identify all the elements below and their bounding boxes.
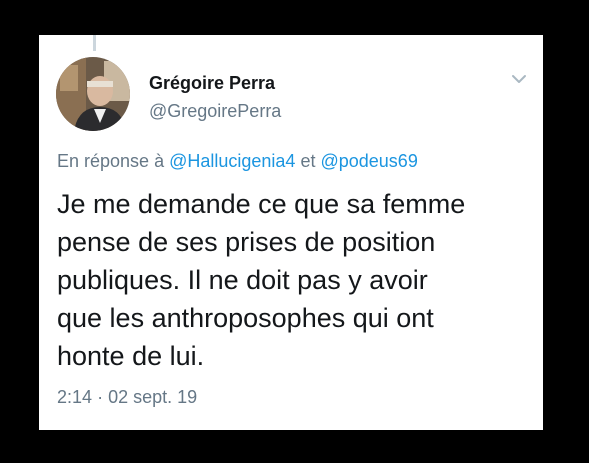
reply-mention-hallucigenia4[interactable]: @Hallucigenia4 [169, 151, 295, 171]
tweet-timestamp[interactable]: 2:14 · 02 sept. 19 [57, 387, 197, 408]
tweet-text-line: honte de lui. [57, 341, 205, 371]
author-handle[interactable]: @GregoirePerra [149, 101, 281, 122]
reply-prefix: En réponse à [57, 151, 165, 171]
thread-connector-line [93, 35, 96, 51]
reply-context: En réponse à @Hallucigenia4 et @podeus69 [57, 151, 418, 172]
tweet-card: Grégoire Perra @GregoirePerra En réponse… [39, 35, 543, 430]
tweet-date: 02 sept. 19 [108, 387, 198, 407]
tweet-text-line: pense de ses prises de position [57, 227, 436, 257]
avatar[interactable] [56, 57, 130, 131]
tweet-text-line: Je me demande ce que sa femme [57, 189, 466, 219]
reply-conjunction: et [300, 151, 316, 171]
reply-mention-podeus69[interactable]: @podeus69 [320, 151, 417, 171]
tweet-time: 2:14 [57, 387, 93, 407]
tweet-text: Je me demande ce que sa femme pense de s… [57, 185, 527, 375]
meta-separator: · [97, 387, 104, 407]
avatar-image [56, 57, 130, 131]
tweet-text-line: que les anthroposophes qui ont [57, 303, 434, 333]
author-name[interactable]: Grégoire Perra [149, 73, 275, 94]
chevron-down-icon[interactable] [509, 71, 529, 87]
tweet-text-line: publiques. Il ne doit pas y avoir [57, 265, 428, 295]
